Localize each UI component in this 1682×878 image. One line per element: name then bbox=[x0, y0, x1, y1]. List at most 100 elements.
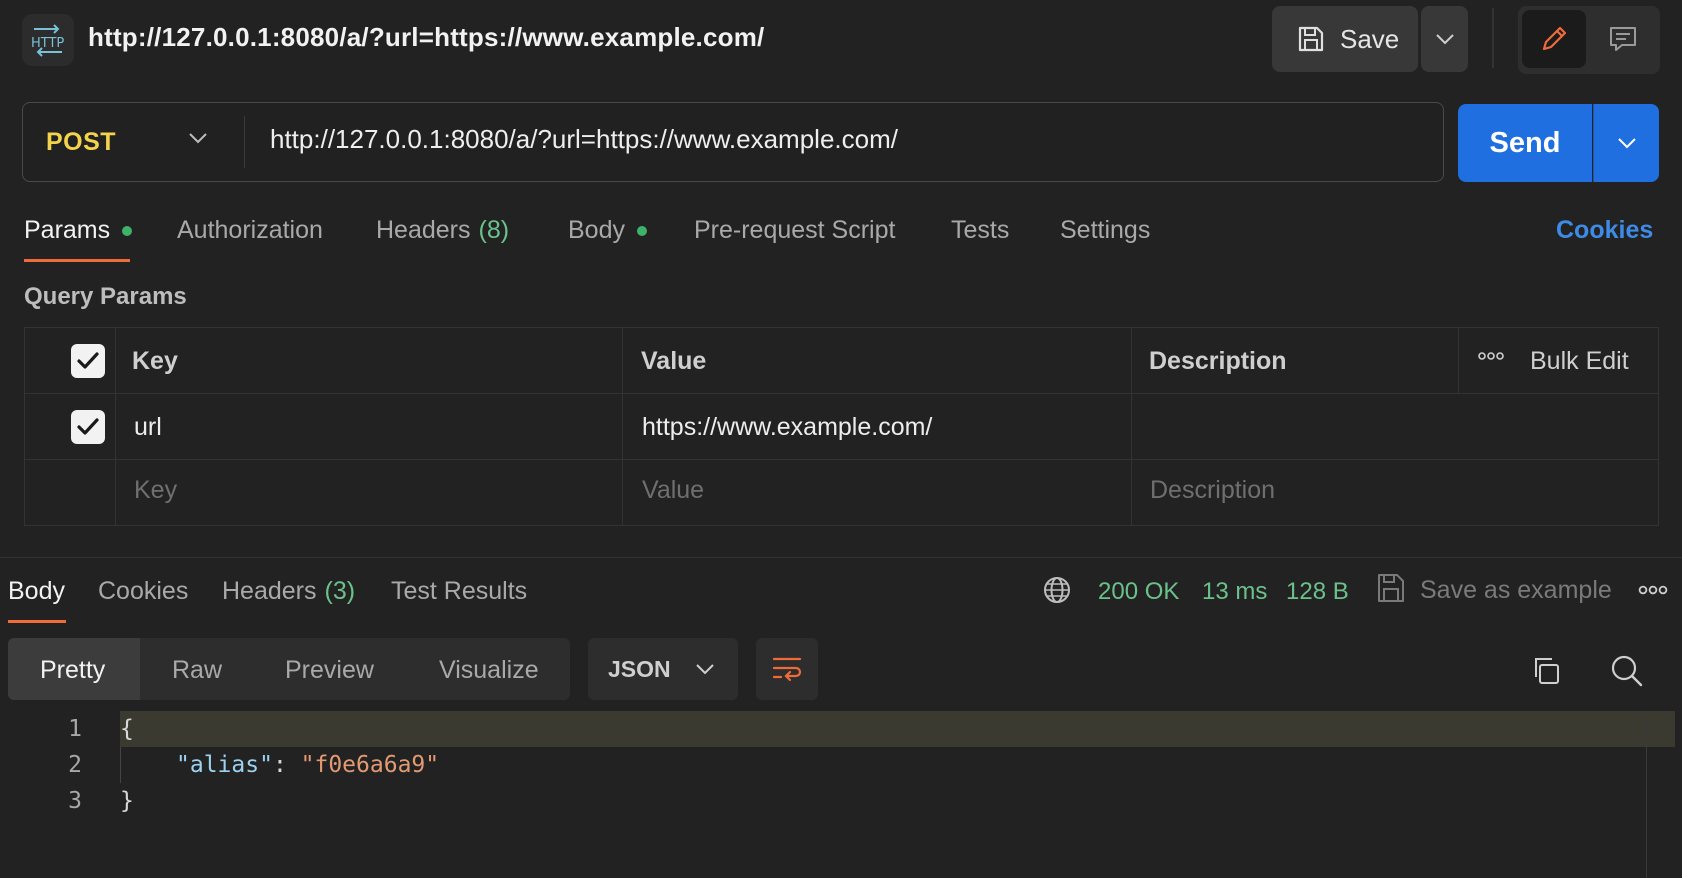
param-value-cell[interactable]: https://www.example.com/ bbox=[642, 413, 932, 442]
column-header-description: Description bbox=[1149, 347, 1287, 375]
url-separator bbox=[244, 116, 245, 168]
save-label: Save bbox=[1340, 23, 1400, 54]
response-divider bbox=[0, 557, 1682, 558]
status-code[interactable]: 200 OK bbox=[1098, 578, 1179, 606]
new-param-key-input[interactable]: Key bbox=[134, 476, 177, 505]
tab-pre-request-script[interactable]: Pre-request Script bbox=[694, 216, 895, 245]
response-tab-test-results[interactable]: Test Results bbox=[391, 577, 527, 606]
more-options-icon[interactable] bbox=[1478, 352, 1504, 360]
response-tab-headers[interactable]: Headers (3) bbox=[222, 577, 355, 606]
comments-button[interactable] bbox=[1592, 10, 1654, 68]
column-divider bbox=[1458, 327, 1459, 393]
view-mode-visualize[interactable]: Visualize bbox=[439, 656, 539, 685]
view-mode-preview[interactable]: Preview bbox=[285, 656, 374, 685]
tab-headers[interactable]: Headers (8) bbox=[376, 216, 509, 245]
view-mode-pretty[interactable]: Pretty bbox=[40, 656, 105, 685]
response-time[interactable]: 13 ms bbox=[1202, 578, 1267, 606]
format-label: JSON bbox=[608, 655, 671, 682]
new-param-value-input[interactable]: Value bbox=[642, 476, 704, 505]
headers-count: (8) bbox=[478, 216, 510, 244]
request-title[interactable]: http://127.0.0.1:8080/a/?url=https://www… bbox=[88, 22, 764, 53]
column-header-key: Key bbox=[132, 347, 178, 375]
json-key: "alias" bbox=[176, 752, 273, 778]
tab-tests-label: Tests bbox=[951, 216, 1010, 244]
chevron-down-icon bbox=[1617, 137, 1637, 149]
active-tab-indicator bbox=[24, 259, 130, 262]
column-divider bbox=[1131, 327, 1132, 526]
save-icon bbox=[1296, 24, 1326, 54]
new-param-description-input[interactable]: Description bbox=[1150, 476, 1275, 505]
code-line-3: } bbox=[120, 788, 134, 814]
line-number: 2 bbox=[68, 752, 82, 778]
format-selector[interactable]: JSON bbox=[588, 638, 738, 700]
tab-body-label: Body bbox=[568, 216, 625, 244]
code-scroll-edge bbox=[1646, 711, 1647, 878]
json-colon: : bbox=[272, 752, 301, 778]
tab-params-label: Params bbox=[24, 216, 111, 244]
select-all-checkbox[interactable] bbox=[71, 344, 105, 378]
method-selector[interactable]: POST bbox=[46, 128, 116, 157]
send-options-button[interactable] bbox=[1593, 104, 1659, 182]
table-divider bbox=[24, 459, 1659, 460]
indent-guide bbox=[120, 747, 121, 783]
wrap-lines-button[interactable] bbox=[756, 638, 818, 700]
view-mode-raw[interactable]: Raw bbox=[172, 656, 222, 685]
tab-pre-request-label: Pre-request Script bbox=[694, 216, 896, 244]
search-icon[interactable] bbox=[1610, 654, 1644, 688]
tab-settings-label: Settings bbox=[1060, 216, 1151, 244]
save-as-example-button[interactable]: Save as example bbox=[1420, 576, 1612, 605]
bulk-edit-button[interactable]: Bulk Edit bbox=[1530, 347, 1629, 376]
code-line-1: { bbox=[120, 716, 134, 742]
tab-authorization-label: Authorization bbox=[177, 216, 323, 244]
url-input[interactable] bbox=[270, 124, 1420, 155]
request-type-icon: HTTP bbox=[22, 14, 74, 66]
svg-text:HTTP: HTTP bbox=[31, 36, 64, 51]
response-tab-cookies-label: Cookies bbox=[98, 577, 189, 605]
cookies-link[interactable]: Cookies bbox=[1556, 216, 1653, 245]
table-divider bbox=[24, 393, 1659, 394]
active-response-tab-indicator bbox=[8, 620, 66, 623]
code-line-2: "alias": "f0e6a6a9" bbox=[176, 752, 439, 778]
save-options-button[interactable] bbox=[1421, 6, 1468, 72]
params-indicator-dot bbox=[122, 225, 133, 236]
line-number: 3 bbox=[68, 788, 82, 814]
toolbar-divider bbox=[1492, 8, 1494, 68]
response-tab-body-label: Body bbox=[8, 577, 65, 605]
tab-tests[interactable]: Tests bbox=[951, 216, 1009, 245]
response-headers-count: (3) bbox=[324, 577, 356, 605]
save-button[interactable]: Save bbox=[1272, 6, 1418, 72]
tab-body[interactable]: Body bbox=[568, 216, 647, 245]
save-example-icon bbox=[1376, 572, 1406, 604]
pencil-icon bbox=[1539, 24, 1569, 54]
json-string-value: "f0e6a6a9" bbox=[300, 752, 440, 778]
tab-params[interactable]: Params bbox=[24, 216, 133, 245]
line-number: 1 bbox=[68, 716, 82, 742]
globe-icon[interactable] bbox=[1042, 575, 1072, 605]
checkmark-icon bbox=[76, 351, 100, 371]
response-tab-headers-label: Headers bbox=[222, 577, 317, 605]
chevron-down-icon bbox=[1435, 33, 1455, 45]
chevron-down-icon[interactable] bbox=[188, 132, 208, 144]
query-params-heading: Query Params bbox=[24, 283, 187, 310]
more-options-icon[interactable] bbox=[1638, 585, 1668, 595]
response-tab-cookies[interactable]: Cookies bbox=[98, 577, 188, 606]
copy-icon[interactable] bbox=[1530, 655, 1562, 687]
column-divider bbox=[622, 327, 623, 526]
tab-headers-label: Headers bbox=[376, 216, 471, 244]
body-indicator-dot bbox=[636, 225, 647, 236]
tab-authorization[interactable]: Authorization bbox=[177, 216, 323, 245]
response-tab-body[interactable]: Body bbox=[8, 577, 65, 606]
param-key-cell[interactable]: url bbox=[134, 413, 162, 442]
wrap-lines-icon bbox=[771, 655, 803, 683]
current-line-highlight bbox=[120, 711, 1675, 747]
edit-button[interactable] bbox=[1522, 10, 1586, 68]
response-tab-test-results-label: Test Results bbox=[391, 577, 528, 605]
column-header-value: Value bbox=[641, 347, 707, 375]
tab-settings[interactable]: Settings bbox=[1060, 216, 1150, 245]
param-row-checkbox[interactable] bbox=[71, 410, 105, 444]
response-size[interactable]: 128 B bbox=[1286, 578, 1349, 606]
column-divider bbox=[115, 327, 116, 526]
send-button[interactable]: Send bbox=[1458, 104, 1592, 182]
chevron-down-icon bbox=[695, 663, 715, 675]
comment-icon bbox=[1608, 24, 1638, 54]
